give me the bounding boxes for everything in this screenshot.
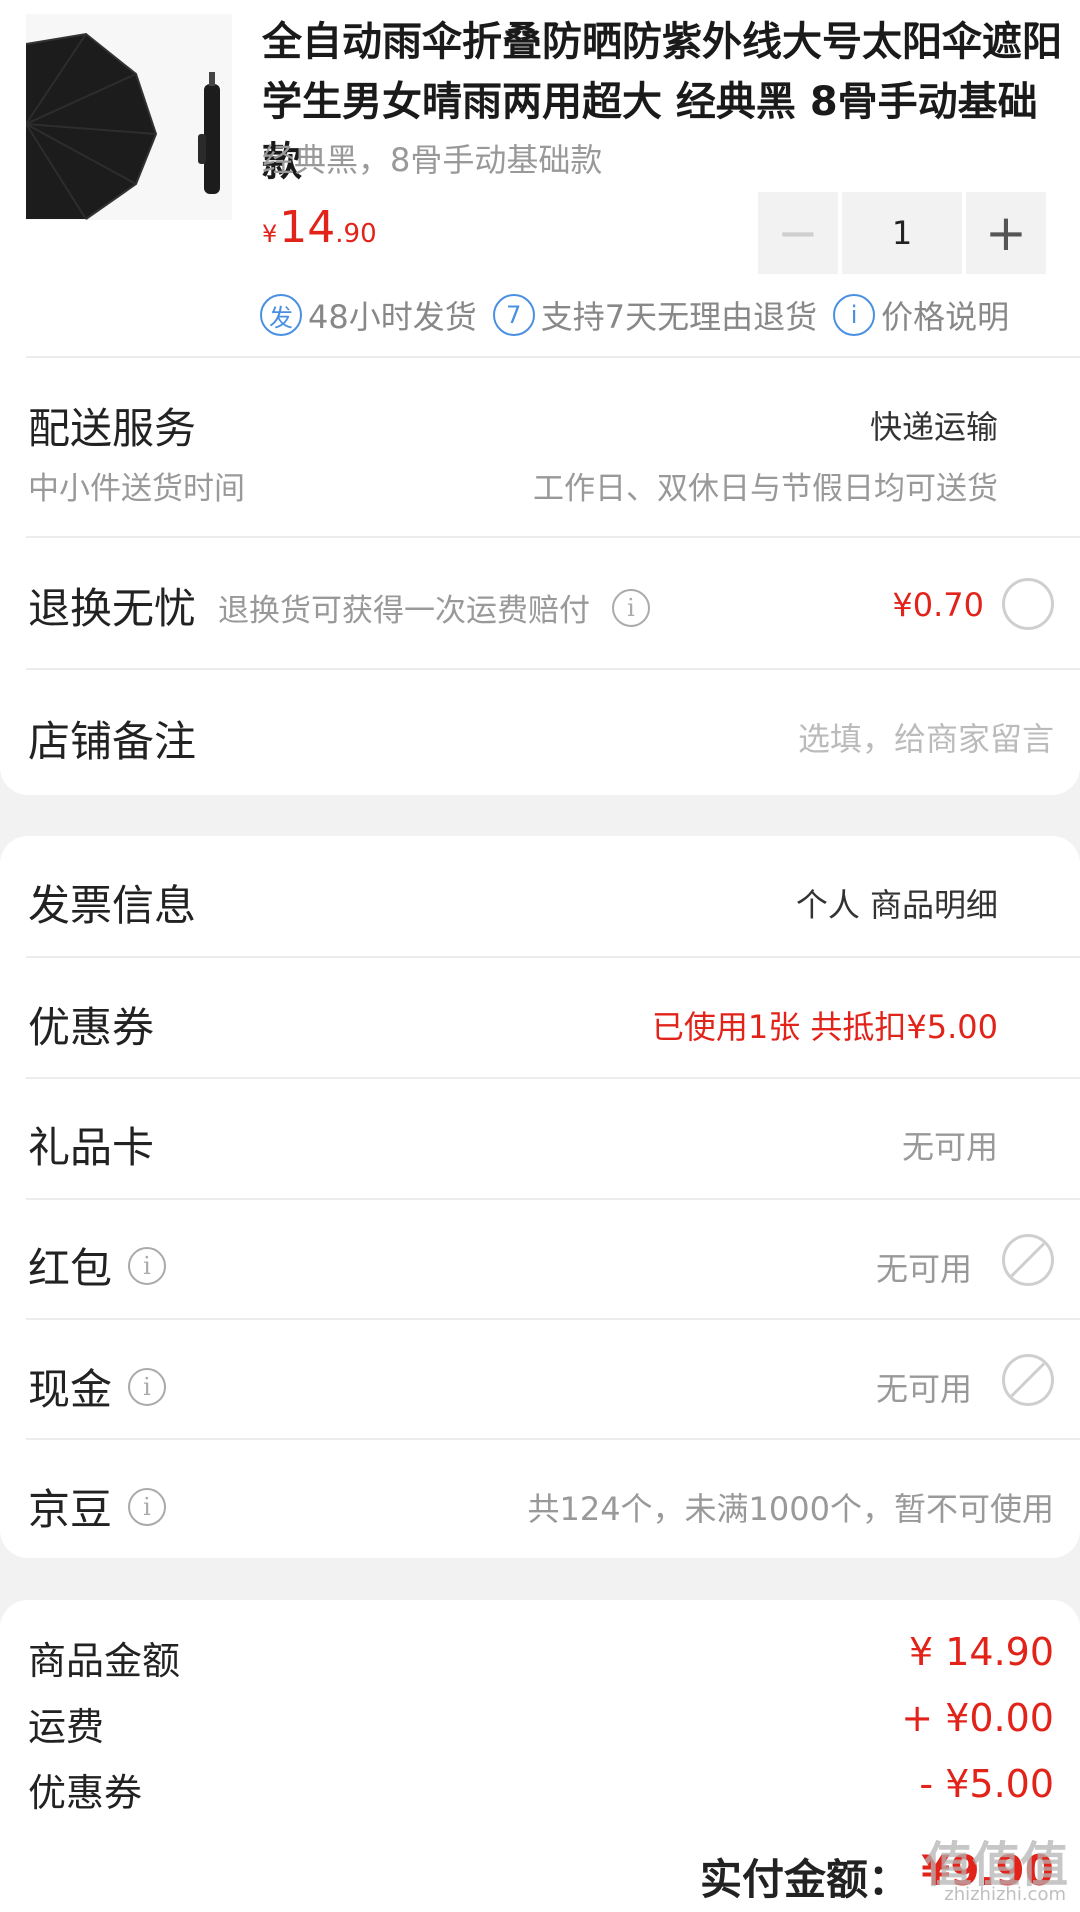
divider bbox=[26, 356, 1080, 358]
product-spec[interactable]: 经典黑，8骨手动基础款 bbox=[262, 135, 602, 181]
service-label: 48小时发货 bbox=[308, 298, 477, 336]
total-label: 实付金额： bbox=[699, 1855, 910, 1904]
divider bbox=[26, 1077, 1080, 1079]
service-return[interactable]: 7 支持7天无理由退货 bbox=[492, 292, 818, 338]
divider bbox=[26, 1438, 1080, 1440]
note-input[interactable]: 选填，给商家留言 bbox=[798, 714, 1054, 760]
delivery-title: 配送服务 bbox=[28, 404, 197, 453]
divider bbox=[26, 668, 1080, 670]
disabled-icon bbox=[1002, 1234, 1054, 1286]
umbrella-image bbox=[26, 32, 220, 220]
ship-badge-icon: 发 bbox=[260, 294, 302, 336]
info-icon[interactable]: i bbox=[128, 1487, 167, 1526]
goods-amount-label: 商品金额 bbox=[28, 1639, 181, 1683]
divider bbox=[26, 1198, 1080, 1200]
shipping-label: 运费 bbox=[28, 1705, 105, 1749]
service-price-info[interactable]: i 价格说明 bbox=[833, 292, 1009, 338]
invoice-value[interactable]: 个人 商品明细 bbox=[796, 880, 998, 926]
info-icon: i bbox=[833, 294, 876, 336]
service-shipping[interactable]: 发 48小时发货 bbox=[260, 292, 477, 338]
return-desc-group: 退换货可获得一次运费赔付 i bbox=[218, 585, 650, 630]
product-price: ¥ 14 .90 bbox=[262, 202, 377, 253]
coupon-value[interactable]: 已使用1张 共抵扣¥5.00 bbox=[652, 1002, 998, 1048]
info-icon[interactable]: i bbox=[612, 588, 650, 627]
divider bbox=[26, 1318, 1080, 1320]
coupon-summary-value: - ¥5.00 bbox=[919, 1762, 1054, 1806]
return-price: ¥0.70 bbox=[892, 586, 984, 624]
jingdou-title: 京豆 bbox=[28, 1485, 113, 1534]
price-currency: ¥ bbox=[262, 220, 278, 248]
redpacket-value: 无可用 bbox=[875, 1250, 972, 1288]
cash-value: 无可用 bbox=[875, 1370, 972, 1408]
delivery-method[interactable]: 快递运输 bbox=[870, 402, 998, 448]
service-label: 支持7天无理由退货 bbox=[540, 298, 818, 336]
watermark-url: zhizhizhi.com bbox=[944, 1884, 1066, 1905]
return-insurance-radio[interactable] bbox=[1002, 578, 1054, 630]
delivery-time-value: 工作日、双休日与节假日均可送货 bbox=[533, 471, 998, 507]
goods-amount-value: ¥ 14.90 bbox=[908, 1630, 1054, 1674]
delivery-time-label: 中小件送货时间 bbox=[28, 471, 245, 507]
jingdou-title-group: 京豆 i bbox=[28, 1476, 167, 1537]
cash-title-group: 现金 i bbox=[28, 1356, 167, 1417]
giftcard-title: 礼品卡 bbox=[28, 1123, 155, 1172]
shipping-value: + ¥0.00 bbox=[901, 1696, 1054, 1740]
redpacket-title-group: 红包 i bbox=[28, 1235, 167, 1296]
info-icon[interactable]: i bbox=[128, 1246, 167, 1285]
coupon-title: 优惠券 bbox=[28, 1003, 155, 1052]
price-integer: 14 bbox=[279, 202, 336, 253]
product-card: 全自动雨伞折叠防晒防紫外线大号太阳伞遮阳学生男女晴雨两用超大 经典黑 8骨手动基… bbox=[0, 0, 1080, 795]
quantity-stepper: − 1 + bbox=[758, 192, 1046, 274]
cash-title: 现金 bbox=[28, 1365, 113, 1414]
return-desc: 退换货可获得一次运费赔付 bbox=[218, 593, 590, 629]
redpacket-title: 红包 bbox=[28, 1244, 113, 1293]
coupon-summary-label: 优惠券 bbox=[28, 1771, 143, 1815]
price-decimal: .90 bbox=[335, 219, 377, 249]
order-options-card: 发票信息 个人 商品明细 优惠券 已使用1张 共抵扣¥5.00 礼品卡 无可用 … bbox=[0, 836, 1080, 1558]
order-summary-card: 商品金额 ¥ 14.90 运费 + ¥0.00 优惠券 - ¥5.00 bbox=[0, 1600, 1080, 1912]
product-image[interactable] bbox=[26, 14, 232, 220]
seven-day-icon: 7 bbox=[492, 294, 535, 336]
decrease-quantity-button[interactable]: − bbox=[758, 192, 838, 274]
info-icon[interactable]: i bbox=[128, 1367, 167, 1406]
quantity-value[interactable]: 1 bbox=[842, 192, 962, 274]
return-title: 退换无忧 bbox=[28, 584, 197, 633]
service-tags: 发 48小时发货 7 支持7天无理由退货 i 价格说明 bbox=[260, 292, 1025, 338]
increase-quantity-button[interactable]: + bbox=[966, 192, 1046, 274]
disabled-icon bbox=[1002, 1354, 1054, 1406]
note-title: 店铺备注 bbox=[28, 717, 197, 766]
service-label: 价格说明 bbox=[881, 298, 1010, 336]
divider bbox=[26, 536, 1080, 538]
divider bbox=[26, 956, 1080, 958]
invoice-title: 发票信息 bbox=[28, 881, 197, 930]
giftcard-value[interactable]: 无可用 bbox=[902, 1122, 998, 1168]
jingdou-value: 共124个，未满1000个，暂不可使用 bbox=[527, 1490, 1054, 1528]
